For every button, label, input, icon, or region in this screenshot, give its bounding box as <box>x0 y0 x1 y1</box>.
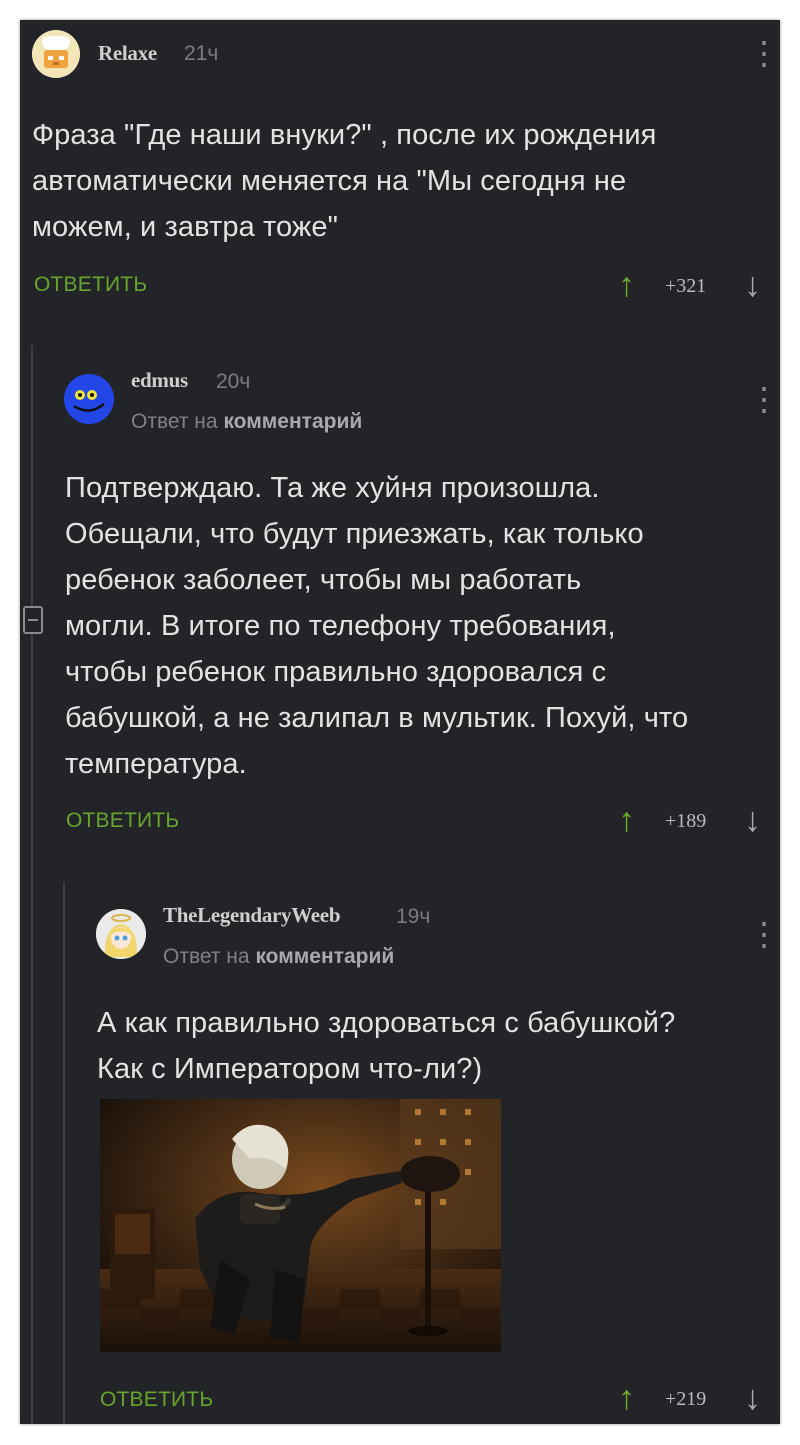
comment-text: Подтверждаю. Та же хуйня произошла. Обещ… <box>65 465 775 787</box>
reply-to-link[interactable]: комментарий <box>223 410 362 433</box>
comment-time: 21ч <box>184 42 219 65</box>
comment-text-line: чтобы ребенок правильно здоровался с <box>65 656 607 688</box>
rating-count: +189 <box>665 810 707 832</box>
comment-image[interactable] <box>100 1099 501 1352</box>
comment-text: А как правильно здороваться с бабушкой? … <box>97 1000 777 1092</box>
downvote-icon[interactable]: ↓ <box>744 268 761 302</box>
comment-text-line: могли. В итоге по телефону требования, <box>65 610 616 642</box>
comment-text-line: Обещали, что будут приезжать, как только <box>65 518 644 550</box>
reply-to-label: Ответ на комментарий <box>131 410 362 434</box>
comment-text-line: бабушкой, а не залипал в мультик. Похуй,… <box>65 702 689 734</box>
upvote-icon[interactable]: ↑ <box>618 803 635 837</box>
rating-count: +219 <box>665 1388 707 1410</box>
thread-line[interactable] <box>31 345 33 1424</box>
comment-author[interactable]: edmus <box>131 368 188 393</box>
upvote-icon[interactable]: ↑ <box>618 268 635 302</box>
witcher-bow-image <box>100 1099 501 1352</box>
avatar-icon <box>64 374 114 424</box>
reply-button[interactable]: ОТВЕТИТЬ <box>34 273 147 297</box>
comment-text-line: Как с Императором что-ли?) <box>97 1053 483 1085</box>
comment-text-line: А как правильно здороваться с бабушкой? <box>97 1007 676 1039</box>
comment-text-line: Фраза "Где наши внуки?" , после их рожде… <box>32 119 657 151</box>
comment-author[interactable]: TheLegendaryWeeb <box>163 903 341 928</box>
reply-to-link[interactable]: комментарий <box>255 945 394 968</box>
upvote-icon[interactable]: ↑ <box>618 1381 635 1415</box>
downvote-icon[interactable]: ↓ <box>744 1381 761 1415</box>
avatar[interactable] <box>64 374 114 424</box>
avatar-icon <box>96 909 146 959</box>
rating-count: +321 <box>665 275 707 297</box>
comment-text-line: ребенок заболеет, чтобы мы работать <box>65 564 582 596</box>
reply-to-prefix: Ответ на <box>131 410 218 433</box>
comment-time: 19ч <box>396 905 431 928</box>
reply-to-prefix: Ответ на <box>163 945 250 968</box>
reply-to-label: Ответ на комментарий <box>163 945 394 969</box>
thread-line[interactable] <box>63 882 65 1424</box>
comment-text-line: автоматически меняется на "Мы сегодня не <box>32 165 627 197</box>
avatar[interactable] <box>32 30 80 78</box>
comment-text-line: Подтверждаю. Та же хуйня произошла. <box>65 472 600 504</box>
comment-time: 20ч <box>216 370 251 393</box>
comment-author[interactable]: Relaxe <box>98 41 157 66</box>
comment-text-line: можем, и завтра тоже" <box>32 211 339 243</box>
downvote-icon[interactable]: ↓ <box>744 803 761 837</box>
comments-thread: Relaxe 21ч ⋮ Фраза "Где наши внуки?" , п… <box>20 20 780 1424</box>
comment-text-line: температура. <box>65 748 247 780</box>
reply-button[interactable]: ОТВЕТИТЬ <box>66 809 179 833</box>
avatar-icon <box>32 30 80 78</box>
menu-icon[interactable]: ⋮ <box>748 37 780 69</box>
comment-text: Фраза "Где наши внуки?" , после их рожде… <box>32 112 772 250</box>
menu-icon[interactable]: ⋮ <box>748 383 780 415</box>
collapse-toggle-icon[interactable] <box>23 606 43 634</box>
reply-button[interactable]: ОТВЕТИТЬ <box>100 1388 213 1412</box>
avatar[interactable] <box>96 909 146 959</box>
menu-icon[interactable]: ⋮ <box>748 918 780 950</box>
